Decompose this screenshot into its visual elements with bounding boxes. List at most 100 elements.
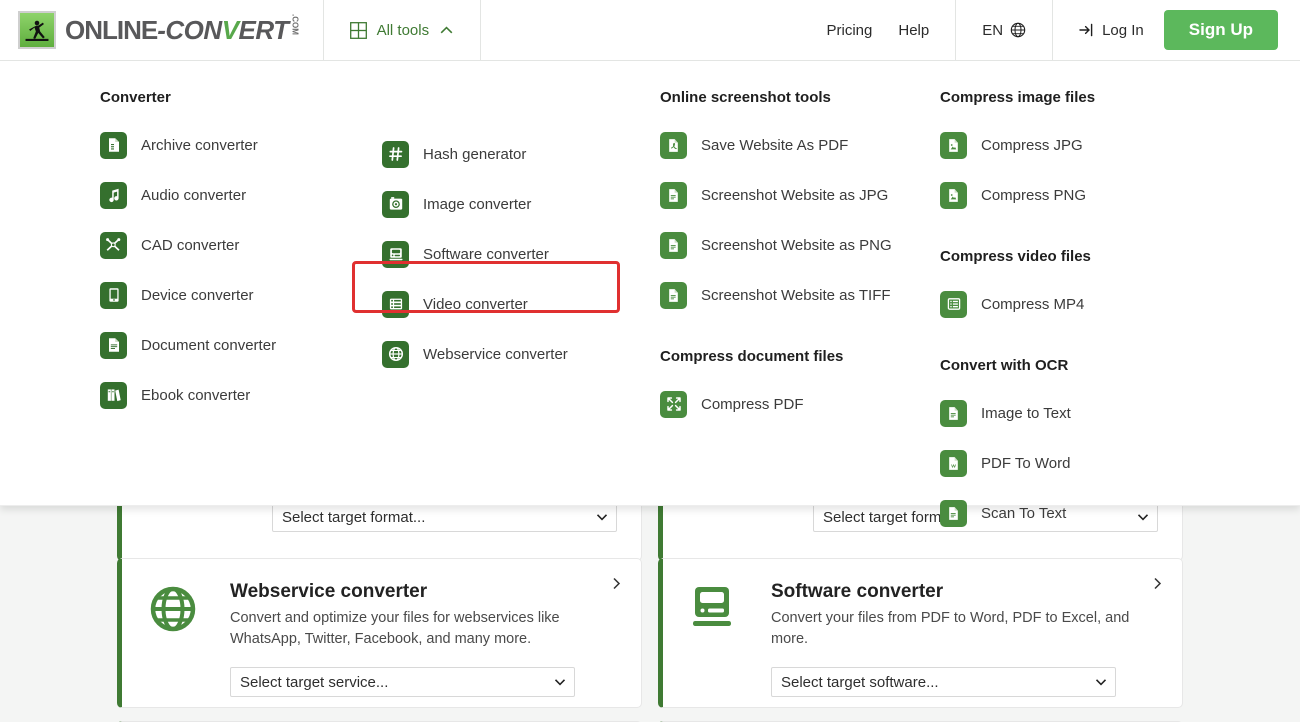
document-file-icon — [940, 500, 967, 527]
document-file-icon — [660, 282, 687, 309]
menu-item-compress-mp4[interactable]: Compress MP4 — [940, 279, 1190, 329]
menu-item-screenshot-website-as-png[interactable]: Screenshot Website as PNG — [660, 220, 930, 270]
mega-group-title: Compress image files — [940, 89, 1190, 106]
menu-item-label: Save Website As PDF — [701, 137, 848, 154]
image-frame-icon — [382, 191, 409, 218]
computer-monitor-icon — [683, 581, 745, 697]
menu-item-archive-converter[interactable]: Archive converter — [100, 120, 350, 170]
menu-item-label: Compress MP4 — [981, 296, 1084, 313]
document-file-icon — [660, 132, 687, 159]
menu-item-screenshot-website-as-jpg[interactable]: Screenshot Website as JPG — [660, 170, 930, 220]
menu-item-screenshot-website-as-tiff[interactable]: Screenshot Website as TIFF — [660, 270, 930, 320]
card-description: Convert your files from PDF to Word, PDF… — [771, 608, 1160, 649]
menu-item-compress-jpg[interactable]: Compress JPG — [940, 120, 1190, 170]
menu-item-compress-png[interactable]: Compress PNG — [940, 170, 1190, 220]
target-software-select[interactable]: Select target software... — [771, 667, 1116, 697]
document-file-icon — [660, 182, 687, 209]
menu-item-label: Audio converter — [141, 187, 246, 204]
menu-item-label: Compress JPG — [981, 137, 1083, 154]
globe-icon — [142, 581, 204, 697]
menu-item-hash-generator[interactable]: Hash generator — [382, 129, 632, 179]
chevron-right-icon[interactable] — [610, 577, 623, 590]
menu-item-label: Screenshot Website as JPG — [701, 187, 888, 204]
document-file-icon — [940, 400, 967, 427]
site-header: ONLINE-CONVERT.COM All tools Pricing Hel… — [0, 0, 1300, 61]
menu-item-save-website-as-pdf[interactable]: Save Website As PDF — [660, 120, 930, 170]
language-selector[interactable]: EN — [955, 0, 1053, 60]
mega-group-title: Converter — [100, 89, 350, 106]
card-webservice-converter[interactable]: Webservice converter Convert and optimiz… — [117, 558, 642, 708]
menu-item-device-converter[interactable]: Device converter — [100, 270, 350, 320]
menu-item-scan-to-text[interactable]: Scan To Text — [940, 488, 1190, 538]
document-file-icon — [100, 332, 127, 359]
hash-icon — [382, 141, 409, 168]
mega-group-title: Convert with OCR — [940, 357, 1190, 374]
menu-item-label: Document converter — [141, 337, 276, 354]
globe-icon — [382, 341, 409, 368]
brand-dash: - — [157, 15, 165, 46]
card-software-converter[interactable]: Software converter Convert your files fr… — [658, 558, 1183, 708]
menu-item-label: Software converter — [423, 246, 549, 263]
mega-column-converter: Converter Archive converter Audio conver… — [100, 61, 350, 420]
login-button[interactable]: Log In — [1079, 22, 1144, 39]
menu-item-label: CAD converter — [141, 237, 239, 254]
card-title: Software converter — [771, 581, 1160, 603]
menu-item-image-converter[interactable]: Image converter — [382, 179, 632, 229]
signup-button[interactable]: Sign Up — [1164, 10, 1278, 50]
film-strip-icon — [940, 291, 967, 318]
target-software-select-wrapper[interactable]: Select target software... — [771, 667, 1116, 697]
menu-item-label: Image to Text — [981, 405, 1071, 422]
brand-part-ert: ERT — [239, 15, 289, 46]
books-icon — [100, 382, 127, 409]
all-tools-menu-toggle[interactable]: All tools — [324, 0, 482, 60]
film-strip-icon — [382, 291, 409, 318]
image-file-icon — [940, 132, 967, 159]
mega-group-title: Online screenshot tools — [660, 89, 930, 106]
cad-tools-icon — [100, 232, 127, 259]
login-arrow-icon — [1079, 22, 1095, 38]
brand-part-v: V — [222, 15, 239, 46]
menu-item-cad-converter[interactable]: CAD converter — [100, 220, 350, 270]
brand-tld: .COM — [291, 14, 299, 35]
nav-link-pricing[interactable]: Pricing — [827, 22, 873, 39]
menu-item-label: Screenshot Website as TIFF — [701, 287, 891, 304]
document-file-icon — [660, 232, 687, 259]
chevron-right-icon[interactable] — [1151, 577, 1164, 590]
menu-item-compress-pdf[interactable]: Compress PDF — [660, 379, 930, 429]
menu-item-document-converter[interactable]: Document converter — [100, 320, 350, 370]
target-format-select-wrapper[interactable]: Select target format... — [272, 502, 617, 532]
menu-item-label: Video converter — [423, 296, 528, 313]
menu-item-label: Archive converter — [141, 137, 258, 154]
menu-item-webservice-converter[interactable]: Webservice converter — [382, 329, 632, 379]
target-service-select-wrapper[interactable]: Select target service... — [230, 667, 575, 697]
auth-area: Log In Sign Up — [1053, 0, 1300, 60]
brand-logo-link[interactable]: ONLINE-CONVERT.COM — [0, 0, 324, 60]
brand-wordmark: ONLINE-CONVERT.COM — [65, 15, 299, 46]
menu-item-image-to-text[interactable]: Image to Text — [940, 388, 1190, 438]
tablet-device-icon — [100, 282, 127, 309]
archive-file-icon — [100, 132, 127, 159]
computer-monitor-icon — [382, 241, 409, 268]
login-label: Log In — [1102, 22, 1144, 39]
word-file-icon: W — [940, 450, 967, 477]
menu-item-label: Hash generator — [423, 146, 526, 163]
menu-item-software-converter[interactable]: Software converter — [382, 229, 632, 279]
svg-text:W: W — [951, 463, 956, 469]
nav-link-help[interactable]: Help — [898, 22, 929, 39]
menu-item-label: Image converter — [423, 196, 531, 213]
compress-arrows-icon — [660, 391, 687, 418]
chevron-up-icon — [439, 23, 454, 38]
menu-item-pdf-to-word[interactable]: W PDF To Word — [940, 438, 1190, 488]
target-service-select[interactable]: Select target service... — [230, 667, 575, 697]
menu-item-audio-converter[interactable]: Audio converter — [100, 170, 350, 220]
menu-item-ebook-converter[interactable]: Ebook converter — [100, 370, 350, 420]
image-file-icon — [940, 182, 967, 209]
target-format-select[interactable]: Select target format... — [272, 502, 617, 532]
mega-column-tools: Hash generator Image converter Software … — [382, 61, 632, 379]
brand-part-online: ONLINE — [65, 15, 157, 46]
mega-column-screenshot-tools: Online screenshot tools Save Website As … — [660, 61, 930, 429]
menu-item-label: Ebook converter — [141, 387, 250, 404]
globe-icon — [1010, 22, 1026, 38]
grid-icon — [350, 22, 367, 39]
menu-item-video-converter[interactable]: Video converter — [382, 279, 632, 329]
